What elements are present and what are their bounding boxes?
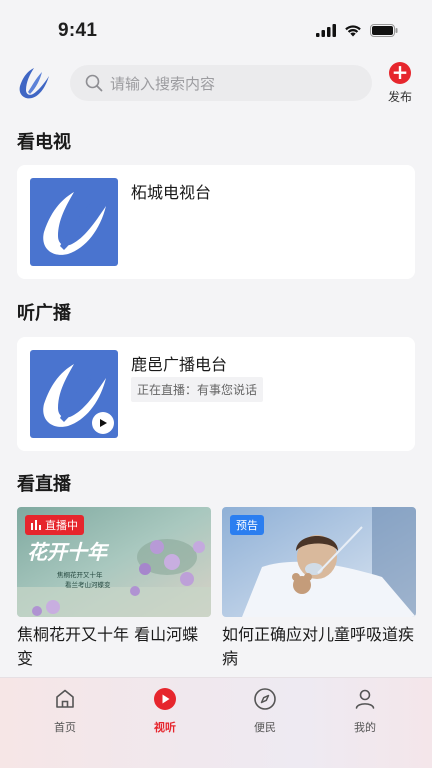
status-bar: 9:41 bbox=[0, 0, 432, 60]
tab-label: 我的 bbox=[354, 721, 376, 734]
radio-live-status: 正在直播：有事您说话 bbox=[131, 377, 264, 402]
tv-station-card[interactable]: 柘城电视台 bbox=[17, 165, 415, 279]
search-placeholder: 请输入搜索内容 bbox=[110, 74, 216, 93]
live-badge: 直播中 bbox=[25, 515, 84, 535]
tv-station-name: 柘城电视台 bbox=[131, 183, 212, 202]
tab-label: 便民 bbox=[254, 721, 276, 734]
live-item[interactable]: 预告 如何正确应对儿童呼吸道疾病 bbox=[222, 507, 416, 671]
tab-label: 首页 bbox=[54, 721, 76, 734]
signal-icon bbox=[316, 24, 336, 37]
live-item-title: 如何正确应对儿童呼吸道疾病 bbox=[222, 625, 415, 668]
plus-icon: + bbox=[389, 62, 411, 84]
publish-label: 发布 bbox=[387, 90, 412, 104]
tab-home[interactable]: 首页 bbox=[35, 687, 95, 735]
live-thumbnail-calligraphy: 花开十年 bbox=[27, 540, 110, 564]
tab-services[interactable]: 便民 bbox=[235, 687, 295, 735]
live-thumbnail: 花开十年 焦桐花开又十年 看兰考山河蝶变 直播中 bbox=[17, 507, 211, 617]
preview-badge: 预告 bbox=[230, 515, 264, 535]
search-icon bbox=[85, 74, 103, 92]
preview-thumbnail: 预告 bbox=[222, 507, 416, 617]
status-icons bbox=[316, 24, 398, 37]
app-logo[interactable] bbox=[16, 64, 54, 102]
search-bar[interactable]: 请输入搜索内容 bbox=[70, 65, 372, 101]
play-icon bbox=[154, 688, 176, 710]
live-thumbnail-caption-2: 看兰考山河蝶变 bbox=[65, 580, 111, 589]
tab-profile[interactable]: 我的 bbox=[335, 687, 395, 735]
header: 请输入搜索内容 + 发布 bbox=[0, 62, 432, 108]
bottom-tab-bar: 首页 视听 便民 我的 bbox=[0, 677, 432, 768]
section-title-radio: 听广播 bbox=[17, 303, 71, 324]
live-item[interactable]: 花开十年 焦桐花开又十年 看兰考山河蝶变 直播中 焦桐花开又十年 看山河蝶变 bbox=[17, 507, 211, 671]
radio-station-thumbnail bbox=[30, 350, 118, 438]
status-time: 9:41 bbox=[58, 20, 98, 41]
compass-icon bbox=[254, 688, 276, 710]
section-title-tv: 看电视 bbox=[17, 132, 71, 153]
live-item-title: 焦桐花开又十年 看山河蝶变 bbox=[17, 625, 199, 668]
user-icon bbox=[355, 689, 375, 709]
preview-badge-label: 预告 bbox=[236, 519, 258, 532]
tab-label: 视听 bbox=[154, 721, 176, 734]
live-thumbnail-caption-1: 焦桐花开又十年 bbox=[57, 570, 103, 579]
live-bars-icon bbox=[31, 520, 41, 530]
section-title-live: 看直播 bbox=[17, 474, 71, 495]
radio-station-name: 鹿邑广播电台 bbox=[131, 355, 228, 374]
play-icon[interactable] bbox=[92, 412, 114, 434]
publish-button[interactable]: + 发布 bbox=[384, 62, 416, 105]
live-badge-label: 直播中 bbox=[45, 519, 78, 532]
tv-station-thumbnail bbox=[30, 178, 118, 266]
tab-audiovisual[interactable]: 视听 bbox=[135, 687, 195, 735]
radio-station-card[interactable]: 鹿邑广播电台 正在直播：有事您说话 bbox=[17, 337, 415, 451]
home-icon bbox=[56, 689, 74, 708]
battery-icon bbox=[370, 24, 398, 37]
wifi-icon bbox=[345, 25, 361, 37]
